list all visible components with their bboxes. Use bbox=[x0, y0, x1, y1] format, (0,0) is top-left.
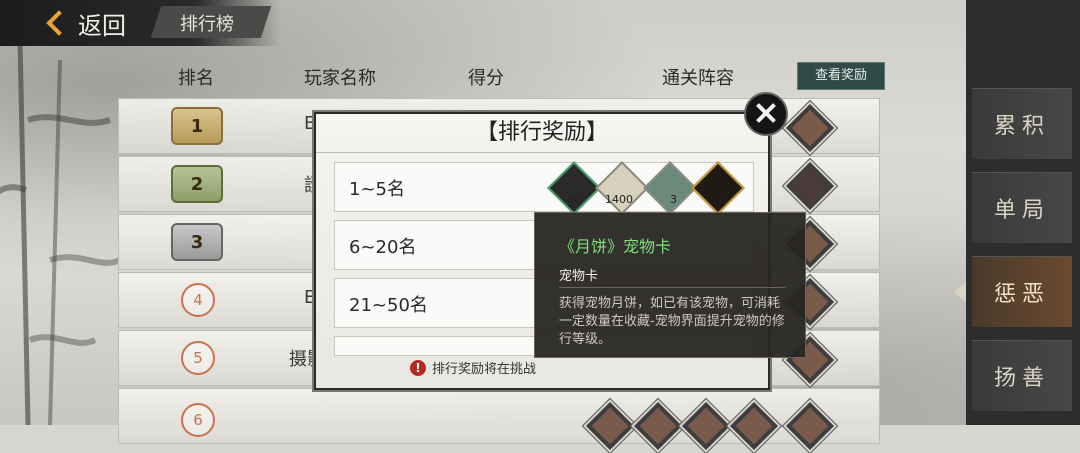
title-badge-icon[interactable] bbox=[691, 161, 745, 215]
tooltip-type: 宠物卡 bbox=[559, 269, 599, 284]
active-tab-arrow-icon bbox=[954, 282, 966, 302]
item-tooltip: 《月饼》宠物卡 宠物卡 获得宠物月饼，如已有该宠物，可消耗一定数量在收藏-宠物界… bbox=[534, 212, 806, 358]
rank-number: 4 bbox=[181, 283, 215, 317]
hero-avatar[interactable] bbox=[783, 159, 837, 213]
rank-3-scroll-badge: 3 bbox=[171, 223, 223, 261]
reward-tier-label: 6~20名 bbox=[349, 237, 417, 258]
tooltip-divider bbox=[559, 287, 785, 288]
tooltip-description: 获得宠物月饼，如已有该宠物，可消耗一定数量在收藏-宠物界面提升宠物的修行等级。 bbox=[559, 296, 785, 347]
back-button[interactable]: 返回 bbox=[46, 4, 126, 42]
rank-number: 5 bbox=[181, 341, 215, 375]
tab-punish-evil[interactable]: 惩恶 bbox=[972, 256, 1072, 327]
rank-2-scroll-badge: 2 bbox=[171, 165, 223, 203]
close-button[interactable] bbox=[744, 92, 788, 136]
ranking-row[interactable]: 6 bbox=[118, 388, 880, 453]
tab-promote-good[interactable]: 扬善 bbox=[972, 340, 1072, 411]
reward-tier-label: 21~50名 bbox=[349, 295, 428, 316]
chevron-left-icon bbox=[46, 10, 72, 36]
tooltip-title: 《月饼》宠物卡 bbox=[559, 237, 672, 256]
hero-avatar[interactable] bbox=[727, 399, 781, 453]
hero-avatar[interactable] bbox=[583, 399, 637, 453]
header-score: 得分 bbox=[468, 68, 504, 89]
category-sidebar: 累积 单局 惩恶 扬善 bbox=[954, 0, 1080, 425]
notice-text: 排行奖励将在挑战 bbox=[432, 362, 537, 377]
mooncake-icon[interactable] bbox=[595, 161, 649, 215]
back-label: 返回 bbox=[78, 11, 126, 40]
hero-avatar[interactable] bbox=[631, 399, 685, 453]
hero-avatar[interactable] bbox=[679, 399, 733, 453]
reward-count: 3 bbox=[670, 193, 677, 206]
reward-tier-label: 1~5名 bbox=[349, 179, 405, 200]
tab-single-round[interactable]: 单局 bbox=[972, 172, 1072, 243]
hero-avatar[interactable] bbox=[783, 399, 837, 453]
reward-tier-row: 1~5名 50 1400 3 1 bbox=[334, 161, 754, 215]
rank-1-scroll-badge: 1 bbox=[171, 107, 223, 145]
page-title: 排行榜 bbox=[180, 14, 234, 35]
medal-icon[interactable] bbox=[547, 161, 601, 215]
view-rewards-button[interactable]: 查看奖励 bbox=[797, 62, 885, 90]
modal-title: 【排行奖励】 bbox=[316, 114, 768, 153]
rank-number: 6 bbox=[181, 403, 215, 437]
header-lineup: 通关阵容 bbox=[662, 68, 734, 89]
warning-icon: ! bbox=[410, 359, 426, 376]
tab-cumulative[interactable]: 累积 bbox=[972, 88, 1072, 159]
header-player-name: 玩家名称 bbox=[304, 68, 376, 89]
bamboo-decoration bbox=[0, 40, 120, 425]
header-rank: 排名 bbox=[178, 68, 214, 89]
reward-notice: ! 排行奖励将在挑战 bbox=[410, 358, 536, 377]
reward-count: 1400 bbox=[605, 193, 633, 206]
reward-count: 50 bbox=[567, 193, 581, 206]
cat-pet-icon[interactable] bbox=[643, 161, 697, 215]
hero-avatar[interactable] bbox=[783, 101, 837, 155]
reward-count: 1 bbox=[718, 193, 725, 206]
